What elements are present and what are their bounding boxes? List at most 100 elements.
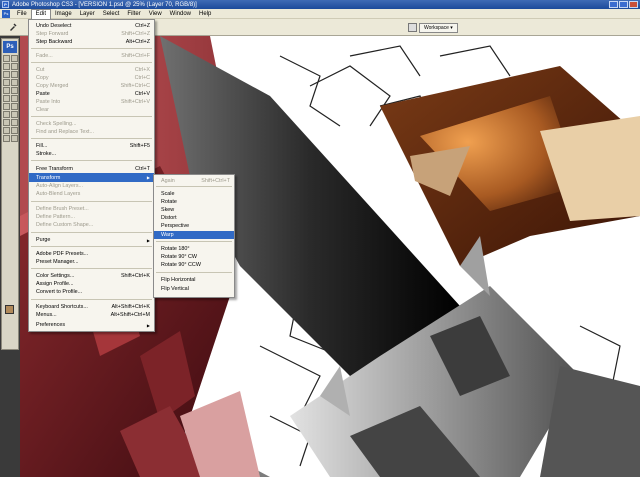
crop-tool-icon[interactable] bbox=[3, 71, 10, 78]
menu-file[interactable]: File bbox=[13, 9, 31, 19]
path-selection-tool-icon[interactable] bbox=[3, 119, 10, 126]
menu-separator bbox=[31, 116, 152, 117]
brush-tool-icon[interactable] bbox=[11, 79, 18, 86]
menu-item-convert-to-profile[interactable]: Convert to Profile... bbox=[29, 288, 154, 296]
pen-tool-icon[interactable] bbox=[3, 111, 10, 118]
menu-separator bbox=[31, 299, 152, 300]
menu-bar: Ps File Edit Image Layer Select Filter V… bbox=[0, 8, 640, 19]
shape-tool-icon[interactable] bbox=[11, 119, 18, 126]
edit-menu: Undo Deselect Ctrl+Z Step Forward Shift+Ct… bbox=[28, 19, 155, 332]
photoshop-app-icon: P bbox=[2, 1, 9, 8]
menu-item-stroke[interactable]: Stroke... bbox=[29, 150, 154, 158]
menu-item-auto-align-layers[interactable]: Auto-Align Layers... bbox=[29, 182, 154, 190]
menu-item-step-forward[interactable]: Step Forward Shift+Ctrl+Z bbox=[29, 30, 154, 38]
menu-item-transform[interactable]: Transform ▶ bbox=[29, 173, 154, 182]
menu-item-warp[interactable]: Warp bbox=[154, 231, 234, 239]
hand-tool-icon[interactable] bbox=[3, 135, 10, 142]
menu-item-define-brush-preset[interactable]: Define Brush Preset... bbox=[29, 205, 154, 213]
menu-item-flip-vertical[interactable]: Flip Vertical bbox=[154, 285, 234, 293]
menu-item-menus[interactable]: Menus... Alt+Shift+Ctrl+M bbox=[29, 311, 154, 319]
menu-item-skew[interactable]: Skew bbox=[154, 206, 234, 214]
menu-view[interactable]: View bbox=[145, 9, 166, 19]
zoom-tool-icon[interactable] bbox=[11, 135, 18, 142]
menu-item-clear[interactable]: Clear bbox=[29, 106, 154, 114]
menu-item-adobe-pdf-presets[interactable]: Adobe PDF Presets... bbox=[29, 250, 154, 258]
window-controls bbox=[609, 1, 638, 8]
clone-stamp-tool-icon[interactable] bbox=[3, 87, 10, 94]
menu-item-purge[interactable]: Purge ▶ bbox=[29, 236, 154, 244]
healing-brush-tool-icon[interactable] bbox=[3, 79, 10, 86]
menu-layer[interactable]: Layer bbox=[76, 9, 99, 19]
menu-item-color-settings[interactable]: Color Settings... Shift+Ctrl+K bbox=[29, 272, 154, 280]
blur-tool-icon[interactable] bbox=[3, 103, 10, 110]
eyedropper-icon[interactable] bbox=[8, 22, 18, 32]
move-tool-icon[interactable] bbox=[3, 55, 10, 62]
eyedropper-tool-icon[interactable] bbox=[11, 127, 18, 134]
menu-item-cut[interactable]: Cut Ctrl+X bbox=[29, 66, 154, 74]
magic-wand-tool-icon[interactable] bbox=[11, 63, 18, 70]
menu-item-find-replace[interactable]: Find and Replace Text... bbox=[29, 128, 154, 136]
menu-item-keyboard-shortcuts[interactable]: Keyboard Shortcuts... Alt+Shift+Ctrl+K bbox=[29, 303, 154, 311]
palette-well-icon[interactable] bbox=[408, 23, 417, 32]
menu-item-scale[interactable]: Scale bbox=[154, 190, 234, 198]
menu-item-check-spelling[interactable]: Check Spelling... bbox=[29, 120, 154, 128]
lasso-tool-icon[interactable] bbox=[3, 63, 10, 70]
menu-item-again[interactable]: Again Shift+Ctrl+T bbox=[154, 177, 234, 185]
menu-item-assign-profile[interactable]: Assign Profile... bbox=[29, 280, 154, 288]
workspace-switcher: Workspace ▾ bbox=[408, 22, 458, 33]
menu-item-fade[interactable]: Fade... Shift+Ctrl+F bbox=[29, 52, 154, 60]
menu-window[interactable]: Window bbox=[166, 9, 195, 19]
menu-image[interactable]: Image bbox=[51, 9, 76, 19]
dodge-tool-icon[interactable] bbox=[11, 103, 18, 110]
menu-item-paste[interactable]: Paste Ctrl+V bbox=[29, 90, 154, 98]
submenu-arrow-icon: ▶ bbox=[146, 175, 150, 180]
menu-item-paste-into[interactable]: Paste Into Shift+Ctrl+V bbox=[29, 98, 154, 106]
menu-item-flip-horizontal[interactable]: Flip Horizontal bbox=[154, 276, 234, 284]
close-icon[interactable] bbox=[629, 1, 638, 8]
menu-item-copy[interactable]: Copy Ctrl+C bbox=[29, 74, 154, 82]
menu-separator bbox=[31, 138, 152, 139]
photoshop-logo: Ps bbox=[3, 41, 17, 53]
menu-item-undo-deselect[interactable]: Undo Deselect Ctrl+Z bbox=[29, 22, 154, 30]
type-tool-icon[interactable] bbox=[11, 111, 18, 118]
menu-separator bbox=[156, 186, 232, 187]
document-icon: Ps bbox=[2, 9, 10, 18]
menu-help[interactable]: Help bbox=[195, 9, 215, 19]
menu-item-copy-merged[interactable]: Copy Merged Shift+Ctrl+C bbox=[29, 82, 154, 90]
menu-separator bbox=[31, 160, 152, 161]
menu-item-preferences[interactable]: Preferences ▶ bbox=[29, 321, 154, 329]
menu-item-step-backward[interactable]: Step Backward Alt+Ctrl+Z bbox=[29, 38, 154, 46]
menu-item-define-custom-shape[interactable]: Define Custom Shape... bbox=[29, 221, 154, 229]
menu-item-preset-manager[interactable]: Preset Manager... bbox=[29, 258, 154, 266]
maximize-icon[interactable] bbox=[619, 1, 628, 8]
menu-item-free-transform[interactable]: Free Transform Ctrl+T bbox=[29, 165, 154, 173]
workspace-button[interactable]: Workspace ▾ bbox=[419, 22, 458, 33]
menu-filter[interactable]: Filter bbox=[123, 9, 144, 19]
menu-select[interactable]: Select bbox=[99, 9, 124, 19]
menu-item-fill[interactable]: Fill... Shift+F5 bbox=[29, 142, 154, 150]
menu-item-distort[interactable]: Distort bbox=[154, 214, 234, 222]
menu-item-perspective[interactable]: Perspective bbox=[154, 222, 234, 230]
foreground-color-swatch[interactable] bbox=[5, 305, 14, 314]
menu-item-rotate-90-cw[interactable]: Rotate 90° CW bbox=[154, 253, 234, 261]
minimize-icon[interactable] bbox=[609, 1, 618, 8]
tool-grid bbox=[2, 55, 18, 142]
menu-item-auto-blend-layers[interactable]: Auto-Blend Layers bbox=[29, 190, 154, 198]
menu-item-rotate[interactable]: Rotate bbox=[154, 198, 234, 206]
eraser-tool-icon[interactable] bbox=[3, 95, 10, 102]
menu-separator bbox=[31, 62, 152, 63]
menu-item-rotate-180[interactable]: Rotate 180° bbox=[154, 245, 234, 253]
menu-item-rotate-90-ccw[interactable]: Rotate 90° CCW bbox=[154, 261, 234, 269]
marquee-tool-icon[interactable] bbox=[11, 55, 18, 62]
menu-item-define-pattern[interactable]: Define Pattern... bbox=[29, 213, 154, 221]
notes-tool-icon[interactable] bbox=[3, 127, 10, 134]
history-brush-tool-icon[interactable] bbox=[11, 87, 18, 94]
menu-separator bbox=[31, 48, 152, 49]
menu-separator bbox=[156, 272, 232, 273]
gradient-tool-icon[interactable] bbox=[11, 95, 18, 102]
menu-edit[interactable]: Edit bbox=[30, 8, 52, 19]
slice-tool-icon[interactable] bbox=[11, 71, 18, 78]
menu-separator bbox=[31, 268, 152, 269]
menu-separator bbox=[31, 246, 152, 247]
menu-separator bbox=[156, 241, 232, 242]
